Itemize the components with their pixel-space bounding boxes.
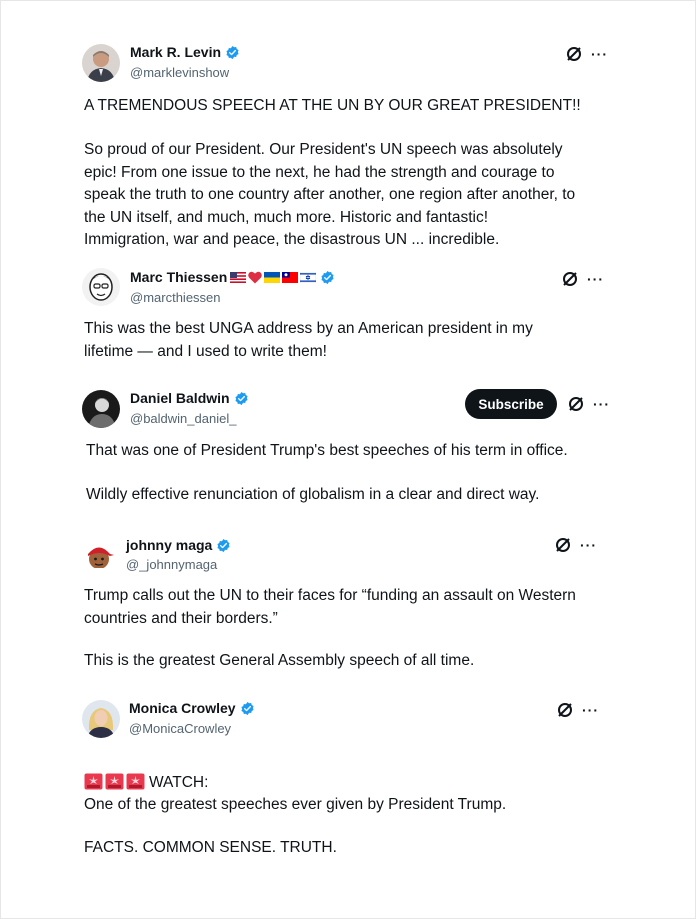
ukraine-flag-icon <box>264 272 281 283</box>
more-options-icon[interactable]: ··· <box>587 272 604 286</box>
more-options-icon[interactable]: ··· <box>593 397 610 411</box>
israel-flag-icon <box>300 272 317 283</box>
author-name-text: Daniel Baldwin <box>130 390 230 406</box>
author-handle[interactable]: @_johnnymaga <box>126 557 217 573</box>
subscribe-button[interactable]: Subscribe <box>465 389 557 419</box>
grok-icon[interactable] <box>554 536 572 554</box>
post-text-watch: WATCH: <box>84 749 208 794</box>
author-name-text: Mark R. Levin <box>130 44 222 60</box>
post-actions: ··· <box>567 395 610 413</box>
more-options-icon[interactable]: ··· <box>582 703 599 717</box>
post-text: Wildly effective renunciation of globali… <box>86 486 540 503</box>
grok-icon[interactable] <box>567 395 585 413</box>
siren-icon <box>126 773 145 790</box>
author-name-text: Marc Thiessen <box>130 269 228 285</box>
taiwan-flag-icon <box>282 272 299 283</box>
grok-icon[interactable] <box>556 701 574 719</box>
post-text: One of the greatest speeches ever given … <box>84 796 507 813</box>
woman-headshot-avatar[interactable] <box>82 700 120 738</box>
portrait-avatar[interactable] <box>82 390 120 428</box>
post-text: This was the best UNGA address by an Ame… <box>84 320 533 360</box>
author-name[interactable]: Daniel Baldwin <box>130 390 249 407</box>
red-cap-emoji-avatar[interactable] <box>80 537 118 575</box>
siren-icon <box>105 773 124 790</box>
verified-badge-icon <box>226 45 239 60</box>
verified-badge-icon <box>217 538 230 553</box>
name-emojis <box>230 271 317 284</box>
author-name-text: johnny maga <box>126 537 213 553</box>
post-text: WATCH: <box>149 773 209 791</box>
more-options-icon[interactable]: ··· <box>591 47 608 61</box>
post-text: Trump calls out the UN to their faces fo… <box>84 587 576 627</box>
author-handle[interactable]: @marcthiessen <box>130 290 221 306</box>
post-actions: ··· <box>565 45 608 63</box>
more-options-icon[interactable]: ··· <box>580 538 597 552</box>
post-text: A TREMENDOUS SPEECH AT THE UN BY OUR GRE… <box>84 97 581 114</box>
siren-icon <box>84 773 103 790</box>
post-text: FACTS. COMMON SENSE. TRUTH. <box>84 839 337 856</box>
grok-icon[interactable] <box>565 45 583 63</box>
author-handle[interactable]: @marklevinshow <box>130 65 229 81</box>
man-headshot-avatar[interactable] <box>82 44 120 82</box>
author-name-text: Monica Crowley <box>129 700 236 716</box>
post-text: This is the greatest General Assembly sp… <box>84 652 475 669</box>
author-name[interactable]: Marc Thiessen <box>130 269 335 286</box>
author-handle[interactable]: @baldwin_daniel_ <box>130 411 236 427</box>
post-actions: ··· <box>554 536 597 554</box>
author-name[interactable]: Mark R. Levin <box>130 44 240 61</box>
author-name[interactable]: johnny maga <box>126 537 231 554</box>
author-handle[interactable]: @MonicaCrowley <box>129 721 231 737</box>
cartoon-face-avatar[interactable] <box>82 268 120 306</box>
post-text: So proud of our President. Our President… <box>84 141 576 249</box>
red-heart-icon <box>248 271 263 284</box>
us-flag-icon <box>230 272 247 283</box>
author-name[interactable]: Monica Crowley <box>129 700 255 717</box>
post-actions: ··· <box>556 701 599 719</box>
siren-emojis <box>84 773 145 790</box>
post-text: That was one of President Trump's best s… <box>86 442 568 459</box>
post-actions: ··· <box>561 270 604 288</box>
verified-badge-icon <box>235 391 248 406</box>
verified-badge-icon <box>321 270 334 285</box>
grok-icon[interactable] <box>561 270 579 288</box>
verified-badge-icon <box>241 701 254 716</box>
